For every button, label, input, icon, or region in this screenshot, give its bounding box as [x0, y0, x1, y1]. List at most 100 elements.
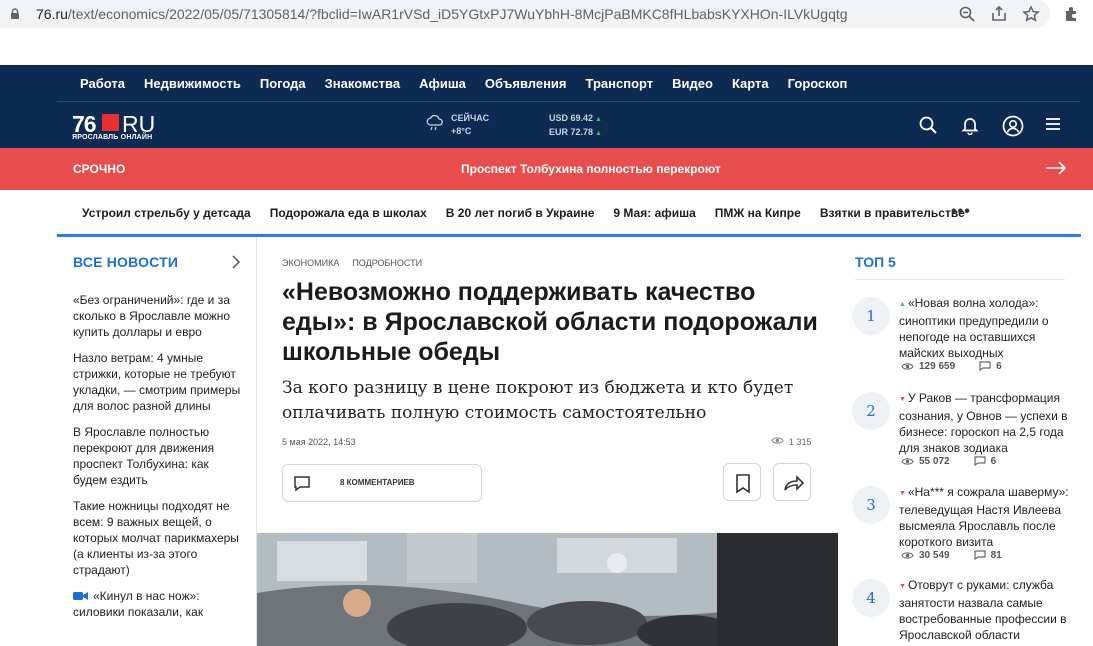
top5-column: ТОП 5 1 ▲ «Новая волна холода»: синоптики…	[838, 237, 1081, 646]
comment-icon	[979, 361, 991, 372]
news-item[interactable]: «Без ограничений»: где и за сколько в Яр…	[73, 292, 243, 340]
all-news-column: ВСЕ НОВОСТИ «Без ограничений»: где и за …	[57, 237, 257, 646]
trend-up-icon: ▲	[899, 301, 906, 308]
top5-rank: 2	[852, 392, 890, 430]
more-tags-button[interactable]: •••	[951, 203, 971, 221]
top5-comments: 6	[990, 456, 997, 467]
top5-views: 30 549	[919, 550, 950, 561]
top5-divider	[855, 279, 1065, 280]
nav-link-horoscope[interactable]: Гороскоп	[788, 76, 848, 91]
header-divider	[57, 101, 1080, 102]
nav-link-dating[interactable]: Знакомства	[325, 76, 400, 91]
nav-link-ads[interactable]: Объявления	[485, 76, 567, 91]
news-item-video[interactable]: «Кинул в нас нож»: силовики показали, ка…	[73, 588, 243, 620]
top5-title[interactable]: ТОП 5	[855, 254, 896, 270]
top5-headline: «На*** я сожрала шаверму»: телеведущая Н…	[899, 485, 1069, 549]
menu-icon[interactable]	[1044, 115, 1064, 135]
trend-down-icon: ▼	[899, 583, 906, 590]
breaking-news-bar[interactable]: СРОЧНО Проспект Толбухина полностью пере…	[0, 148, 1093, 190]
hot-tags: Устроил стрельбу у детсада Подорожала ед…	[82, 206, 965, 220]
views-count: 1 315	[789, 436, 812, 447]
rubric-economics[interactable]: ЭКОНОМИКА	[282, 258, 339, 268]
weather-widget[interactable]: СЕЙЧАС +8°C	[425, 112, 489, 138]
zoom-icon[interactable]	[958, 5, 976, 23]
tag-link[interactable]: Подорожала еда в школах	[270, 206, 427, 220]
article: ЭКОНОМИКА ПОДРОБНОСТИ «Невозможно поддер…	[257, 237, 838, 646]
nav-link-jobs[interactable]: Работа	[80, 76, 125, 91]
article-subheadline: За кого разницу в цене покроют из бюджет…	[282, 378, 794, 423]
tag-link[interactable]: В 20 лет погиб в Украине	[446, 206, 595, 220]
top5-comments: 6	[996, 361, 1002, 372]
all-news-title[interactable]: ВСЕ НОВОСТИ	[73, 254, 178, 270]
news-item-text: «Кинул в нас нож»: силовики показали, ка…	[73, 589, 204, 619]
nav-link-weather[interactable]: Погода	[260, 76, 306, 91]
tag-link[interactable]: Взятки в правительстве	[820, 206, 965, 220]
browser-toolbar: 76.ru/text/economics/2022/05/05/71305814…	[0, 0, 1093, 28]
eur-up-icon: ▲	[595, 130, 602, 137]
nav-link-realty[interactable]: Недвижимость	[144, 76, 241, 91]
top5-headline: «Новая волна холода»: синоптики предупре…	[899, 296, 1049, 360]
top5-views: 55 072	[919, 456, 950, 467]
eye-icon	[901, 552, 914, 559]
url-text[interactable]: 76.ru/text/economics/2022/05/05/71305814…	[36, 6, 848, 22]
site-logo[interactable]: 76 RU ЯРОСЛАВЛЬ ОНЛАЙН	[72, 111, 182, 141]
bookmark-button[interactable]	[723, 463, 761, 501]
bell-icon[interactable]	[960, 115, 980, 136]
services-menu: Работа Недвижимость Погода Знакомства Аф…	[80, 76, 847, 91]
share-page-icon[interactable]	[990, 5, 1008, 23]
top5-headline: Отоврут с руками: служба занятости назва…	[899, 578, 1067, 642]
user-icon[interactable]	[1002, 115, 1024, 137]
top5-rank: 4	[852, 579, 890, 617]
cloud-rain-icon	[425, 114, 445, 137]
nav-link-video[interactable]: Видео	[672, 76, 713, 91]
news-item[interactable]: В Ярославле полностью перекроют для движ…	[73, 424, 243, 488]
eye-icon	[901, 458, 914, 465]
trend-down-icon: ▼	[899, 490, 906, 497]
nav-link-map[interactable]: Карта	[732, 76, 769, 91]
article-photo	[257, 533, 838, 646]
tag-link[interactable]: Устроил стрельбу у детсада	[82, 206, 251, 220]
site-header: Работа Недвижимость Погода Знакомства Аф…	[0, 65, 1093, 148]
top5-comments: 81	[990, 550, 1002, 561]
top5-views: 129 659	[919, 361, 956, 372]
article-headline: «Невозможно поддерживать качество еды»: …	[282, 278, 818, 366]
share-button[interactable]	[773, 463, 811, 501]
bookmark-icon	[736, 474, 750, 494]
article-date: 5 мая 2022, 14:53	[282, 437, 356, 447]
comment-icon	[973, 550, 986, 561]
top5-rank: 1	[852, 297, 890, 335]
news-item[interactable]: Назло ветрам: 4 умные стрижки, которые н…	[73, 350, 243, 414]
eye-icon	[901, 363, 914, 370]
top5-headline: У Раков — трансформация сознания, у Овно…	[899, 391, 1068, 455]
nav-link-afisha[interactable]: Афиша	[419, 76, 466, 91]
extensions-icon[interactable]	[1063, 5, 1081, 23]
top5-rank: 3	[852, 486, 890, 524]
article-views: 1 315	[771, 436, 812, 447]
eur-rate: EUR 72.78	[549, 127, 594, 137]
video-camera-icon	[73, 589, 88, 600]
url-host: 76.ru	[36, 6, 68, 22]
weather-label: СЕЙЧАС	[451, 113, 490, 123]
breaking-label: СРОЧНО	[73, 162, 126, 176]
comments-button[interactable]: 8 КОММЕНТАРИЕВ	[282, 464, 482, 502]
bookmark-star-icon[interactable]	[1022, 5, 1040, 23]
search-icon[interactable]	[918, 115, 938, 135]
currency-rates[interactable]: USD 69.42 ▲ EUR 72.78 ▲	[549, 112, 602, 140]
address-bar[interactable]: 76.ru/text/economics/2022/05/05/71305814…	[0, 0, 1050, 28]
trend-down-icon: ▼	[899, 396, 906, 403]
tag-link[interactable]: ПМЖ на Кипре	[715, 206, 801, 220]
news-item[interactable]: Такие ножницы подходят не всем: 9 важных…	[73, 498, 243, 578]
breaking-title[interactable]: Проспект Толбухина полностью перекроют	[461, 162, 721, 176]
weather-temp: +8°C	[451, 126, 472, 136]
tag-link[interactable]: 9 Мая: афиша	[613, 206, 695, 220]
comments-label: 8 КОММЕНТАРИЕВ	[340, 478, 415, 487]
url-path: /text/economics/2022/05/05/71305814/?fbc…	[67, 6, 848, 22]
rubric-details[interactable]: ПОДРОБНОСТИ	[352, 258, 422, 268]
comment-icon	[293, 475, 311, 492]
lock-icon[interactable]	[8, 7, 22, 21]
eye-icon	[771, 436, 784, 447]
nav-link-transport[interactable]: Транспорт	[586, 76, 654, 91]
usd-rate: USD 69.42	[549, 113, 594, 123]
arrow-right-icon[interactable]	[1045, 160, 1067, 176]
chevron-right-icon[interactable]	[231, 255, 241, 269]
